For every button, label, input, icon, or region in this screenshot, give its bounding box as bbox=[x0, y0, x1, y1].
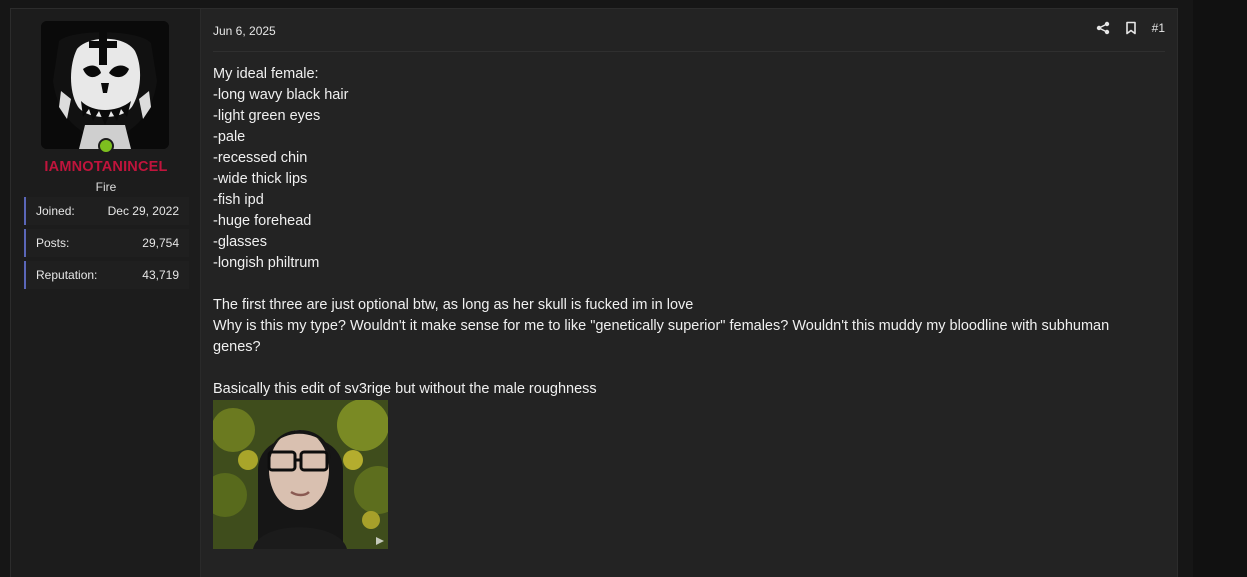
body-line: -glasses bbox=[213, 234, 267, 250]
bookmark-icon[interactable] bbox=[1124, 21, 1138, 35]
stat-reputation: Reputation: 43,719 bbox=[24, 261, 189, 289]
body-line: -fish ipd bbox=[213, 192, 264, 208]
avatar-image bbox=[41, 21, 169, 149]
body-line: -pale bbox=[213, 129, 246, 145]
embedded-image[interactable] bbox=[213, 400, 388, 549]
body-line: The first three are just optional btw, a… bbox=[213, 297, 694, 313]
body-line: genes? bbox=[213, 339, 261, 355]
body-line bbox=[213, 274, 1173, 295]
online-status-dot bbox=[98, 138, 114, 154]
body-line: -light green eyes bbox=[213, 108, 321, 124]
avatar[interactable] bbox=[41, 21, 169, 149]
body-line: -huge forehead bbox=[213, 213, 312, 229]
stat-value: 29,754 bbox=[142, 236, 179, 250]
username[interactable]: IAMNOTANINCEL bbox=[11, 159, 201, 175]
stat-joined: Joined: Dec 29, 2022 bbox=[24, 197, 189, 225]
thread-page: IAMNOTANINCEL Fire Joined: Dec 29, 2022 … bbox=[0, 0, 1247, 577]
body-line bbox=[213, 358, 1173, 379]
post-date[interactable]: Jun 6, 2025 bbox=[213, 24, 276, 38]
user-sidebar: IAMNOTANINCEL Fire Joined: Dec 29, 2022 … bbox=[11, 9, 201, 577]
stat-posts: Posts: 29,754 bbox=[24, 229, 189, 257]
post-actions: #1 bbox=[1096, 21, 1165, 35]
stat-value: Dec 29, 2022 bbox=[107, 204, 179, 218]
forum-post: IAMNOTANINCEL Fire Joined: Dec 29, 2022 … bbox=[10, 8, 1178, 577]
post-main: Jun 6, 2025 #1 My ideal female: -long wa… bbox=[201, 9, 1177, 577]
body-line: Basically this edit of sv3rige but witho… bbox=[213, 381, 597, 397]
header-divider bbox=[213, 51, 1165, 52]
post-body: My ideal female: -long wavy black hair -… bbox=[213, 64, 1173, 400]
stat-label: Joined: bbox=[36, 204, 75, 218]
body-line: Why is this my type? Wouldn't it make se… bbox=[213, 318, 1110, 334]
right-gutter bbox=[1193, 0, 1247, 577]
body-line: -long wavy black hair bbox=[213, 87, 349, 103]
stat-value: 43,719 bbox=[142, 268, 179, 282]
share-icon[interactable] bbox=[1096, 21, 1110, 35]
stat-label: Reputation: bbox=[36, 268, 98, 282]
embedded-photo bbox=[213, 400, 388, 549]
body-line: -longish philtrum bbox=[213, 255, 320, 271]
body-line: -recessed chin bbox=[213, 150, 308, 166]
body-line: My ideal female: bbox=[213, 66, 319, 82]
post-number-link[interactable]: #1 bbox=[1152, 21, 1165, 35]
stat-label: Posts: bbox=[36, 236, 70, 250]
user-title: Fire bbox=[95, 180, 117, 194]
body-line: -wide thick lips bbox=[213, 171, 308, 187]
